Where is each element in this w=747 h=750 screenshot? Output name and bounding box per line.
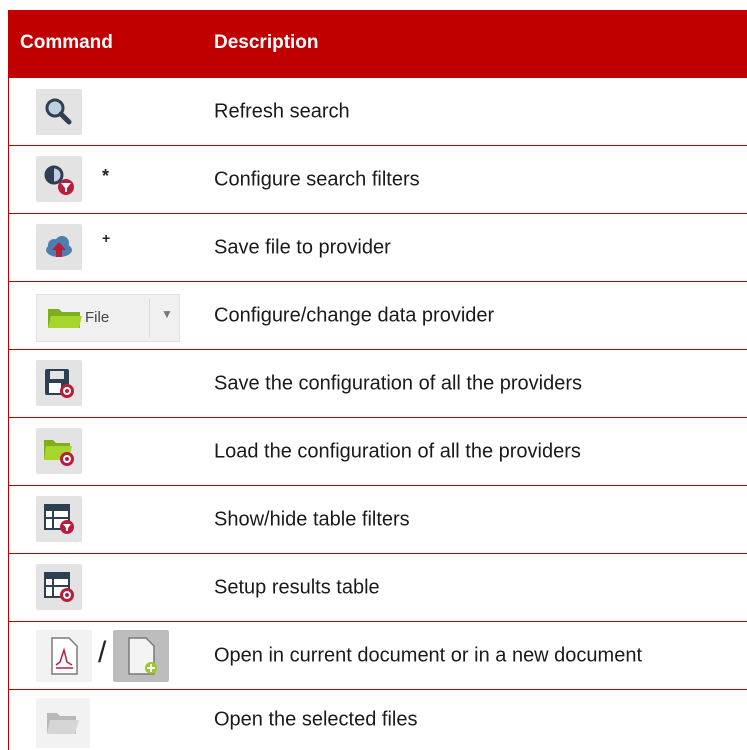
row-description: Save the configuration of all the provid… [214, 372, 582, 394]
document-icon[interactable] [36, 630, 92, 682]
table-settings-icon[interactable] [36, 564, 82, 610]
provider-select-value: File [85, 309, 110, 326]
row-description: Configure search filters [214, 168, 420, 190]
command-cell [8, 78, 199, 145]
table-row: Load the configuration of all the provid… [8, 418, 747, 486]
combo-divider [149, 299, 150, 337]
table-header: Command Description [8, 10, 747, 78]
table-row: Setup results table [8, 554, 747, 622]
table-row: * Configure search filters [8, 146, 747, 214]
search-icon[interactable] [36, 89, 82, 135]
cloud-upload-icon[interactable] [36, 224, 82, 270]
command-cell: + [8, 214, 199, 281]
plus-marker: + [102, 230, 111, 246]
row-description: Save file to provider [214, 236, 391, 258]
row-description: Show/hide table filters [214, 508, 410, 530]
asterisk-marker: * [102, 166, 110, 186]
command-table: Command Description Refresh search * Con… [8, 10, 747, 750]
command-cell [8, 486, 199, 553]
command-cell [8, 554, 199, 621]
provider-select[interactable]: File ▼ [36, 294, 180, 342]
command-cell [8, 350, 199, 417]
command-cell: / [8, 622, 199, 689]
open-folder-icon[interactable] [36, 698, 90, 748]
folder-settings-icon[interactable] [36, 428, 82, 474]
table-row: Show/hide table filters [8, 486, 747, 554]
command-cell: File ▼ [8, 282, 199, 349]
row-description: Refresh search [214, 100, 350, 122]
table-row: + Save file to provider [8, 214, 747, 282]
row-description: Load the configuration of all the provid… [214, 440, 581, 462]
or-separator: / [98, 636, 107, 669]
description-column-header: Description [214, 32, 319, 53]
save-config-icon[interactable] [36, 360, 82, 406]
row-description: Setup results table [214, 576, 380, 598]
table-row: File ▼ Configure/change data provider [8, 282, 747, 350]
row-description: Open in current document or in a new doc… [214, 644, 643, 666]
table-row: Open the selected files [8, 690, 747, 750]
table-filter-icon[interactable] [36, 496, 82, 542]
table-row: Refresh search [8, 78, 747, 146]
search-filter-icon[interactable] [36, 156, 82, 202]
new-document-icon[interactable] [113, 630, 169, 682]
chevron-down-icon[interactable]: ▼ [161, 307, 173, 321]
command-column-header: Command [20, 32, 113, 53]
row-description: Configure/change data provider [214, 304, 495, 326]
table-row: / Open in current document or in a new d… [8, 622, 747, 690]
command-cell [8, 690, 199, 750]
folder-icon [48, 309, 82, 328]
command-cell: * [8, 146, 199, 213]
row-description: Open the selected files [214, 708, 418, 731]
command-cell [8, 418, 199, 485]
table-row: Save the configuration of all the provid… [8, 350, 747, 418]
